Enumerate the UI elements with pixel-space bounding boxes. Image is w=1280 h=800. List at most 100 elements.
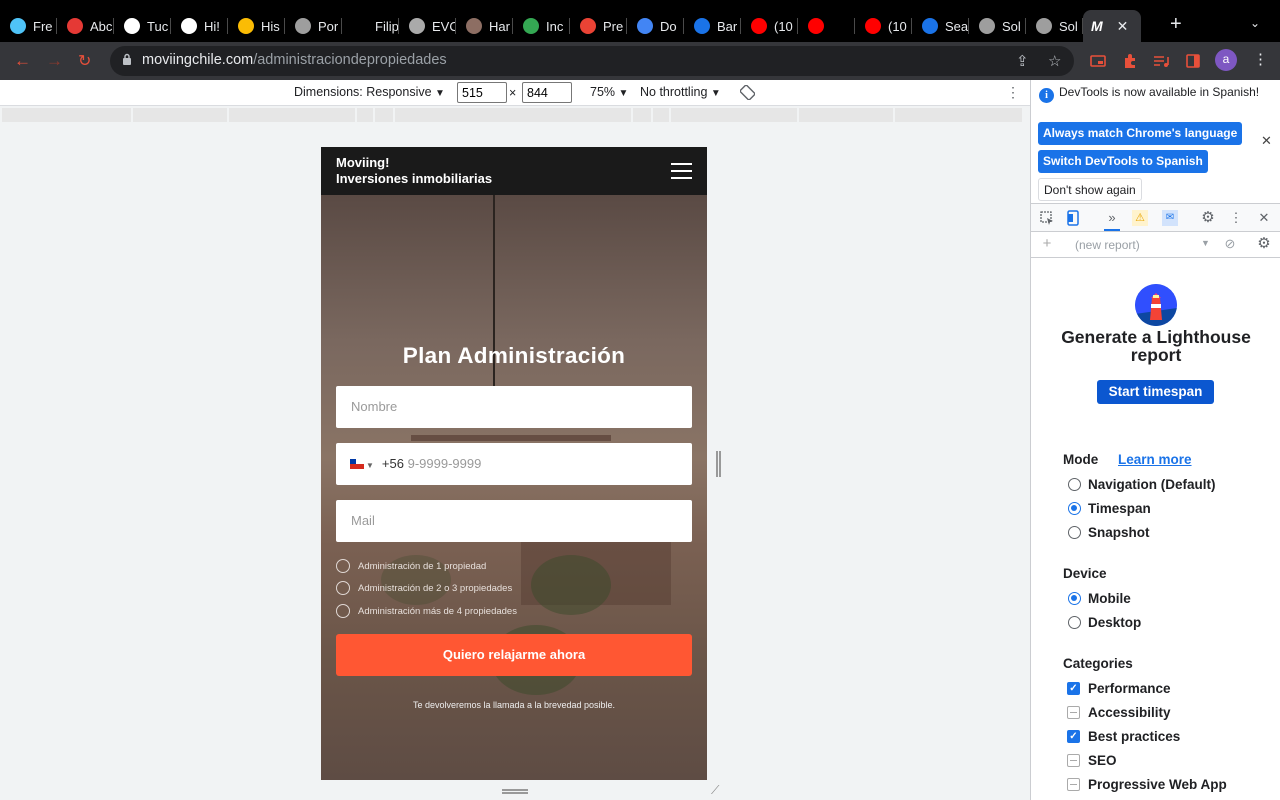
browser-tab[interactable]: Abc [57, 10, 114, 42]
hamburger-menu-icon[interactable] [671, 163, 692, 179]
checkbox[interactable]: ✓ [1067, 682, 1080, 695]
media-query-segment[interactable] [2, 108, 131, 122]
category-accessibility[interactable]: Accessibility [1067, 705, 1171, 720]
share-icon[interactable]: ⇪ [1016, 52, 1029, 70]
cast-icon[interactable] [1090, 53, 1106, 69]
browser-tab[interactable]: Hi! [171, 10, 228, 42]
media-query-segment[interactable] [229, 108, 355, 122]
browser-tab[interactable]: Tuc [114, 10, 171, 42]
media-query-segment[interactable] [633, 108, 651, 122]
vertical-resize-handle[interactable] [502, 789, 528, 794]
country-caret-icon[interactable]: ▼ [366, 461, 374, 470]
browser-tab[interactable]: Sol [1026, 10, 1083, 42]
radio-circle[interactable] [336, 559, 350, 573]
media-query-segment[interactable] [799, 108, 893, 122]
browser-tab[interactable]: Filip [342, 10, 399, 42]
address-bar[interactable]: moviingchile.com/administraciondepropied… [110, 46, 1074, 76]
category-pwa[interactable]: Progressive Web App [1067, 777, 1227, 792]
device-option-mobile[interactable]: Mobile [1068, 591, 1131, 606]
media-query-segment[interactable] [671, 108, 797, 122]
forward-arrow-icon[interactable]: → [46, 51, 63, 71]
browser-tab[interactable]: Inc [513, 10, 570, 42]
add-report-icon[interactable]: + [1039, 236, 1055, 252]
browser-tab[interactable]: Pre [570, 10, 627, 42]
warning-icon[interactable]: ⚠ [1132, 210, 1148, 226]
browser-menu-icon[interactable]: ⋮ [1253, 50, 1268, 68]
category-best-practices[interactable]: ✓ Best practices [1067, 729, 1180, 744]
media-query-bar[interactable] [0, 108, 1030, 124]
device-option-desktop[interactable]: Desktop [1068, 615, 1141, 630]
devtools-more-icon[interactable]: ⋮ [1228, 210, 1244, 226]
throttling-dropdown[interactable]: No throttling ▼ [640, 85, 721, 99]
bookmark-star-icon[interactable]: ☆ [1048, 52, 1061, 70]
browser-tab[interactable]: Do [627, 10, 684, 42]
checkbox[interactable]: ✓ [1067, 730, 1080, 743]
device-toolbar-more-icon[interactable]: ⋮ [1006, 84, 1020, 101]
report-select[interactable]: (new report) [1075, 238, 1140, 252]
horizontal-resize-handle[interactable] [716, 451, 721, 477]
media-query-segment[interactable] [133, 108, 227, 122]
learn-more-link[interactable]: Learn more [1118, 452, 1192, 467]
browser-tab[interactable]: His [228, 10, 285, 42]
browser-tab[interactable]: Bar [684, 10, 741, 42]
height-input[interactable] [522, 82, 572, 103]
category-seo[interactable]: SEO [1067, 753, 1117, 768]
settings-gear-icon[interactable]: ⚙ [1200, 210, 1216, 226]
mode-option-timespan[interactable]: Timespan [1068, 501, 1151, 516]
site-logo-text[interactable]: Moviing! Inversiones inmobiliarias [336, 155, 492, 187]
browser-tab[interactable]: EVO [399, 10, 456, 42]
inspect-element-icon[interactable] [1039, 210, 1055, 226]
extensions-puzzle-icon[interactable] [1122, 53, 1138, 69]
close-tab-icon[interactable]: ✕ [1117, 18, 1129, 35]
mode-option-navigation[interactable]: Navigation (Default) [1068, 477, 1216, 492]
new-tab-button[interactable]: + [1170, 13, 1182, 36]
more-tabs-chevron-icon[interactable]: » [1104, 210, 1120, 231]
browser-tab-active[interactable]: M ✕ [1083, 10, 1141, 42]
lighthouse-settings-icon[interactable]: ⚙ [1256, 236, 1272, 252]
browser-tab[interactable]: Fre [0, 10, 57, 42]
radio-button[interactable] [1068, 616, 1081, 629]
device-toggle-icon[interactable] [1065, 210, 1081, 226]
match-language-button[interactable]: Always match Chrome's language [1038, 122, 1243, 145]
plan-option-3[interactable]: Administración más de 4 propiedades [336, 603, 517, 619]
dont-show-again-button[interactable]: Don't show again [1038, 178, 1142, 201]
plan-option-2[interactable]: Administración de 2 o 3 propiedades [336, 580, 512, 596]
radio-button[interactable] [1068, 526, 1081, 539]
radio-button[interactable] [1068, 478, 1081, 491]
browser-tab[interactable]: Sol [969, 10, 1026, 42]
checkbox[interactable] [1067, 778, 1080, 791]
media-query-segment[interactable] [357, 108, 373, 122]
corner-resize-handle-icon[interactable]: ⟋ [711, 783, 723, 797]
reload-icon[interactable]: ↻ [78, 51, 91, 71]
profile-avatar[interactable]: a [1215, 49, 1237, 71]
media-query-segment[interactable] [653, 108, 669, 122]
tab-search-chevron-icon[interactable]: ⌄ [1250, 16, 1260, 30]
phone-input[interactable]: ▼ +56 9-9999-9999 [336, 443, 692, 485]
close-devtools-icon[interactable]: ✕ [1256, 210, 1272, 226]
mail-input[interactable]: Mail [336, 500, 692, 542]
browser-tab[interactable]: Sea [912, 10, 969, 42]
report-select-caret-icon[interactable]: ▼ [1201, 238, 1210, 248]
clear-reports-icon[interactable]: ⊘ [1222, 236, 1238, 252]
zoom-dropdown[interactable]: 75% ▼ [590, 85, 628, 99]
browser-tab[interactable]: (10 [855, 10, 912, 42]
browser-tab[interactable]: Har [456, 10, 513, 42]
category-performance[interactable]: ✓ Performance [1067, 681, 1171, 696]
browser-tab[interactable]: Por [285, 10, 342, 42]
submit-cta-button[interactable]: Quiero relajarme ahora [336, 634, 692, 676]
start-timespan-button[interactable]: Start timespan [1097, 380, 1214, 404]
checkbox[interactable] [1067, 706, 1080, 719]
name-input[interactable]: Nombre [336, 386, 692, 428]
width-input[interactable] [457, 82, 507, 103]
media-query-segment[interactable] [895, 108, 1022, 122]
sidebar-reader-icon[interactable] [1185, 53, 1201, 69]
radio-circle[interactable] [336, 581, 350, 595]
media-queue-icon[interactable] [1153, 53, 1169, 69]
browser-tab[interactable] [798, 10, 855, 42]
radio-button[interactable] [1068, 592, 1081, 605]
checkbox[interactable] [1067, 754, 1080, 767]
browser-tab[interactable]: (10 [741, 10, 798, 42]
plan-option-1[interactable]: Administración de 1 propiedad [336, 558, 486, 574]
radio-button[interactable] [1068, 502, 1081, 515]
rotate-icon[interactable] [740, 85, 755, 100]
